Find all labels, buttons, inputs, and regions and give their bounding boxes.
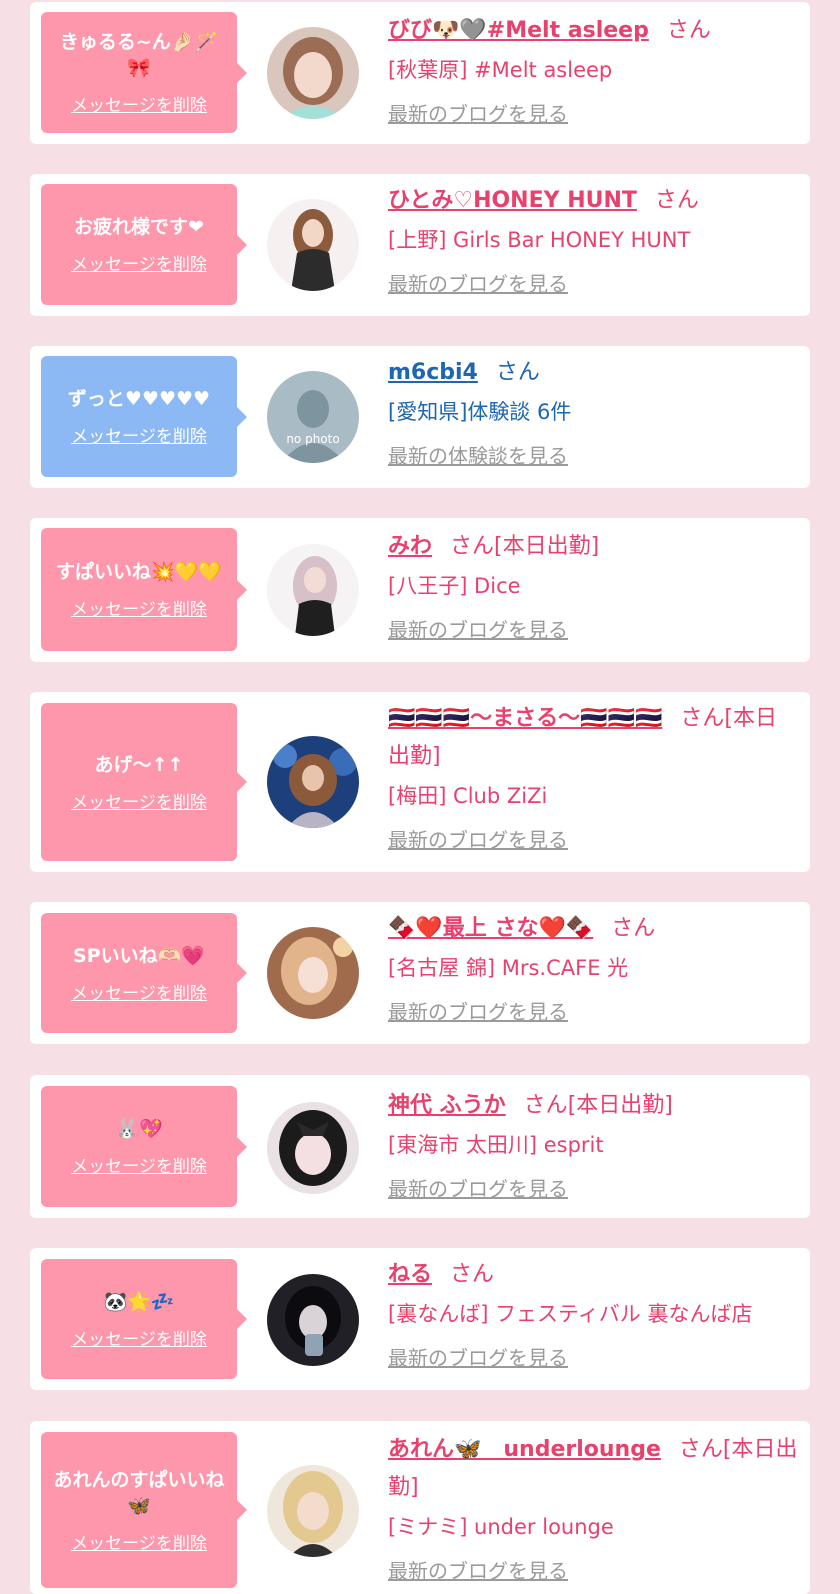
profile-name-link[interactable]: m6cbi4: [388, 360, 478, 385]
message-bubble: お疲れ様です❤ メッセージを削除: [41, 184, 247, 305]
view-latest-link[interactable]: 最新のブログを見る: [388, 996, 568, 1025]
shop-label: [裏なんば] フェスティバル 裏なんば店: [388, 1302, 753, 1326]
view-latest-link[interactable]: 最新のブログを見る: [388, 1555, 568, 1584]
profile-info: 神代 ふうか さん[本日出勤] [東海市 太田川] esprit 最新のブログを見…: [388, 1087, 798, 1202]
delete-message-link[interactable]: メッセージを削除: [71, 979, 207, 1004]
no-photo-avatar[interactable]: no photo: [267, 371, 359, 463]
message-bubble: 🐼🌟💤 メッセージを削除: [41, 1259, 247, 1379]
list-item: 🐰💖 メッセージを削除 神代 ふうか さん[本日出勤] [東海市 太田川] esp…: [30, 1075, 810, 1218]
profile-info: びび🐶🩶#Melt asleep さん [秋葉原] #Melt asleep 最新…: [388, 12, 798, 127]
delete-message-link[interactable]: メッセージを削除: [71, 1152, 207, 1177]
delete-message-link[interactable]: メッセージを削除: [71, 250, 207, 275]
honorific: さん: [495, 360, 540, 385]
list-item: お疲れ様です❤ メッセージを削除 ひとみ♡HONEY HUNT さん [上野] G…: [30, 174, 810, 316]
profile-info: 🇹🇭🇹🇭🇹🇭〜まさる〜🇹🇭🇹🇭🇹🇭 さん[本日出勤] [梅田] Club ZiZi…: [388, 700, 798, 853]
avatar[interactable]: [267, 544, 359, 636]
honorific: さん: [680, 706, 725, 731]
profile-name-link[interactable]: みわ: [388, 534, 432, 559]
list-item: ずっと♥♥♥♥♥ メッセージを削除 no photo m6cbi4 さん [愛知県…: [30, 346, 810, 488]
message-text: きゅるる~ん🤌🏻🪄🎀: [59, 31, 219, 79]
no-photo-text: no photo: [286, 432, 339, 446]
profile-name-link[interactable]: あれん🦋 underlounge: [388, 1437, 661, 1462]
delete-message-link[interactable]: メッセージを削除: [71, 1325, 207, 1350]
message-bubble: ずっと♥♥♥♥♥ メッセージを削除: [41, 356, 247, 477]
view-latest-link[interactable]: 最新のブログを見る: [388, 98, 568, 127]
list-item: きゅるる~ん🤌🏻🪄🎀 メッセージを削除 びび🐶🩶#Melt asleep さん […: [30, 2, 810, 144]
shop-label: [愛知県]体験談 6件: [388, 400, 572, 424]
profile-name-link[interactable]: ねる: [388, 1262, 432, 1287]
message-text: お疲れ様です❤: [74, 216, 204, 238]
message-bubble: あれんのすぱいいね🦋 メッセージを削除: [41, 1432, 247, 1588]
list-item: SPいいね🫶🏻💗 メッセージを削除 🍫❤️最上 さな❤️🍫 さん [名古屋 錦] …: [30, 902, 810, 1044]
message-text: あれんのすぱいいね🦋: [53, 1468, 225, 1517]
avatar[interactable]: [267, 199, 359, 291]
status-label: [本日出勤]: [494, 534, 600, 559]
message-text: ずっと♥♥♥♥♥: [67, 388, 211, 410]
view-latest-link[interactable]: 最新のブログを見る: [388, 824, 568, 853]
shop-label: [梅田] Club ZiZi: [388, 784, 548, 808]
list-item: あげ〜↑↑ メッセージを削除 🇹🇭🇹🇭🇹🇭〜まさる〜🇹🇭🇹🇭🇹🇭 さん[本日出勤]…: [30, 692, 810, 872]
delete-message-link[interactable]: メッセージを削除: [71, 1529, 207, 1554]
delete-message-link[interactable]: メッセージを削除: [71, 595, 207, 620]
delete-message-link[interactable]: メッセージを削除: [71, 91, 207, 116]
honorific: さん: [450, 1262, 495, 1287]
profile-info: 🍫❤️最上 さな❤️🍫 さん [名古屋 錦] Mrs.CAFE 光 最新のブログを…: [388, 910, 798, 1025]
shop-label: [名古屋 錦] Mrs.CAFE 光: [388, 956, 629, 980]
view-latest-link[interactable]: 最新のブログを見る: [388, 1342, 568, 1371]
profile-info: あれん🦋 underlounge さん[本日出勤] [ミナミ] under lou…: [388, 1431, 798, 1584]
shop-label: [八王子] Dice: [388, 574, 521, 598]
avatar[interactable]: [267, 1465, 359, 1557]
profile-name-link[interactable]: びび🐶🩶#Melt asleep: [388, 18, 649, 43]
shop-label: [東海市 太田川] esprit: [388, 1133, 604, 1157]
list-item: すぱいいね💥💛💛 メッセージを削除 みわ さん[本日出勤] [八王子] Dice …: [30, 518, 810, 662]
profile-name-link[interactable]: 神代 ふうか: [388, 1093, 506, 1118]
shop-label: [秋葉原] #Melt asleep: [388, 58, 613, 82]
honorific: さん: [450, 534, 495, 559]
message-text: 🐰💖: [115, 1118, 163, 1140]
view-latest-link[interactable]: 最新のブログを見る: [388, 614, 568, 643]
view-latest-link[interactable]: 最新のブログを見る: [388, 1173, 568, 1202]
message-bubble: きゅるる~ん🤌🏻🪄🎀 メッセージを削除: [41, 12, 247, 133]
honorific: さん: [666, 18, 711, 43]
message-text: 🐼🌟💤: [103, 1290, 175, 1313]
avatar[interactable]: [267, 927, 359, 1019]
message-bubble: すぱいいね💥💛💛 メッセージを削除: [41, 528, 247, 651]
status-label: [本日出勤]: [567, 1093, 673, 1118]
avatar[interactable]: [267, 1102, 359, 1194]
profile-info: みわ さん[本日出勤] [八王子] Dice 最新のブログを見る: [388, 528, 798, 643]
profile-info: ひとみ♡HONEY HUNT さん [上野] Girls Bar HONEY HU…: [388, 182, 798, 297]
honorific: さん: [654, 188, 699, 213]
delete-message-link[interactable]: メッセージを削除: [71, 788, 207, 813]
profile-info: ねる さん [裏なんば] フェスティバル 裏なんば店 最新のブログを見る: [388, 1256, 798, 1371]
list-item: 🐼🌟💤 メッセージを削除 ねる さん [裏なんば] フェスティバル 裏なんば店 最…: [30, 1248, 810, 1390]
message-bubble: SPいいね🫶🏻💗 メッセージを削除: [41, 913, 247, 1033]
delete-message-link[interactable]: メッセージを削除: [71, 422, 207, 447]
view-latest-link[interactable]: 最新のブログを見る: [388, 268, 568, 297]
view-latest-link[interactable]: 最新の体験談を見る: [388, 440, 568, 469]
honorific: さん: [611, 916, 656, 941]
avatar[interactable]: [267, 736, 359, 828]
message-text: すぱいいね💥💛💛: [56, 561, 222, 583]
message-text: SPいいね🫶🏻💗: [73, 944, 205, 967]
avatar[interactable]: [267, 1274, 359, 1366]
avatar[interactable]: [267, 27, 359, 119]
profile-name-link[interactable]: 🇹🇭🇹🇭🇹🇭〜まさる〜🇹🇭🇹🇭🇹🇭: [388, 706, 662, 731]
profile-info: m6cbi4 さん [愛知県]体験談 6件 最新の体験談を見る: [388, 354, 798, 469]
list-item: あれんのすぱいいね🦋 メッセージを削除 あれん🦋 underlounge さん[本…: [30, 1421, 810, 1594]
honorific: さん: [678, 1437, 723, 1462]
profile-name-link[interactable]: 🍫❤️最上 さな❤️🍫: [388, 916, 593, 941]
message-bubble: あげ〜↑↑ メッセージを削除: [41, 703, 247, 861]
shop-label: [ミナミ] under lounge: [388, 1515, 614, 1539]
message-bubble: 🐰💖 メッセージを削除: [41, 1086, 247, 1207]
profile-name-link[interactable]: ひとみ♡HONEY HUNT: [388, 188, 637, 213]
shop-label: [上野] Girls Bar HONEY HUNT: [388, 228, 691, 252]
message-text: あげ〜↑↑: [94, 753, 184, 776]
honorific: さん: [523, 1093, 568, 1118]
